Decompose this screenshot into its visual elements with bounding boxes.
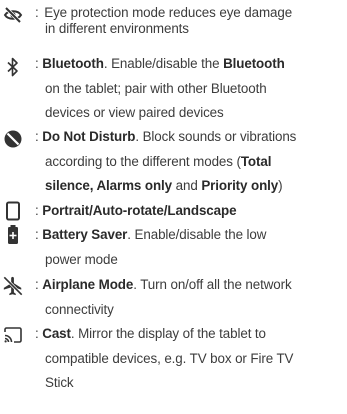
eye-protection-icon: [2, 4, 24, 26]
do-not-disturb-icon: [2, 128, 24, 150]
battery-saver-description: : Battery Saver. Enable/disable the low …: [35, 227, 267, 267]
battery-saver-icon: [2, 224, 24, 246]
cast-description: : Cast. Mirror the display of the tablet…: [35, 326, 294, 390]
airplane-mode-icon: [2, 275, 24, 297]
bluetooth-description: : Bluetooth. Enable/disable the Bluetoot…: [35, 56, 285, 120]
portrait-rotate-icon: [2, 200, 24, 222]
cast-icon: [2, 324, 24, 346]
do-not-disturb-description: : Do Not Disturb. Block sounds or vibrat…: [35, 129, 297, 193]
airplane-mode-description: : Airplane Mode. Turn on/off all the net…: [35, 277, 292, 317]
portrait-rotate-description: : Portrait/Auto-rotate/Landscape: [35, 203, 237, 218]
eye-protection-description: : Eye protection mode reduces eye damage…: [35, 5, 293, 36]
feature-legend: : Eye protection mode reduces eye damage…: [0, 0, 347, 414]
bluetooth-icon: [2, 56, 24, 78]
